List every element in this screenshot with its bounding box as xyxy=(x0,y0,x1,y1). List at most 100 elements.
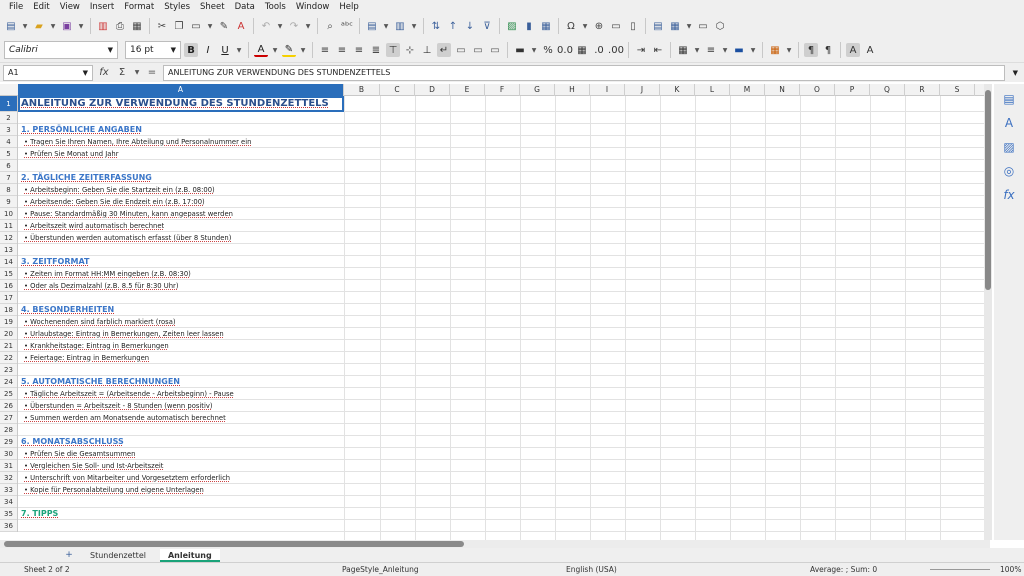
menu-sheet[interactable]: Sheet xyxy=(195,0,230,14)
expand-formula-bar-icon[interactable]: ▼ xyxy=(1013,69,1018,77)
text-left-to-right-icon[interactable]: A xyxy=(846,43,860,57)
find-replace-icon[interactable]: ⌕ xyxy=(323,19,337,33)
redo-icon[interactable]: ↷ xyxy=(287,19,301,33)
row-header-26[interactable]: 26 xyxy=(0,400,17,412)
horizontal-scroll-thumb[interactable] xyxy=(4,541,464,547)
vertical-scrollbar[interactable] xyxy=(984,84,992,540)
row-header-11[interactable]: 11 xyxy=(0,220,17,232)
merge-center-icon[interactable]: ▭ xyxy=(454,43,468,57)
column-header-g[interactable]: G xyxy=(520,84,555,96)
row-header-31[interactable]: 31 xyxy=(0,460,17,472)
tab-stundenzettel[interactable]: Stundenzettel xyxy=(82,549,154,562)
highlighting-color-icon[interactable]: ✎ xyxy=(282,43,296,57)
tab-anleitung[interactable]: Anleitung xyxy=(159,548,220,562)
row-header-33[interactable]: 33 xyxy=(0,484,17,496)
chevron-down-icon[interactable]: ▼ xyxy=(108,46,113,54)
undo-dropdown-icon[interactable]: ▼ xyxy=(276,19,284,33)
underline-icon[interactable]: U xyxy=(218,43,232,57)
cell-a1-title[interactable]: ANLEITUNG ZUR VERWENDUNG DES STUNDENZETT… xyxy=(18,96,344,112)
merge-cells-icon[interactable]: ▭ xyxy=(471,43,485,57)
open-dropdown-icon[interactable]: ▼ xyxy=(49,19,57,33)
column-header-j[interactable]: J xyxy=(625,84,660,96)
font-name-box[interactable]: Calibri ▼ xyxy=(4,41,118,59)
menu-edit[interactable]: Edit xyxy=(28,0,54,14)
column-icon[interactable]: ▥ xyxy=(393,19,407,33)
redo-dropdown-icon[interactable]: ▼ xyxy=(304,19,312,33)
styles-icon[interactable]: A xyxy=(1002,116,1016,130)
column-header-o[interactable]: O xyxy=(800,84,835,96)
column-header-n[interactable]: N xyxy=(765,84,800,96)
row-header-15[interactable]: 15 xyxy=(0,268,17,280)
save-dropdown-icon[interactable]: ▼ xyxy=(77,19,85,33)
highlight-dropdown-icon[interactable]: ▼ xyxy=(299,43,307,57)
row-header-4[interactable]: 4 xyxy=(0,136,17,148)
cell-a4[interactable]: • Tragen Sie Ihren Namen, Ihre Abteilung… xyxy=(24,136,251,148)
print-icon[interactable]: ⎙ xyxy=(113,19,127,33)
menu-view[interactable]: View xyxy=(55,0,85,14)
column-header-c[interactable]: C xyxy=(380,84,415,96)
cell-a32[interactable]: • Unterschrift von Mitarbeiter und Vorge… xyxy=(24,472,230,484)
conditional-icon[interactable]: ▦ xyxy=(768,43,782,57)
vertical-scroll-thumb[interactable] xyxy=(985,90,991,290)
cell-a33[interactable]: • Kopie für Personalabteilung und eigene… xyxy=(24,484,204,496)
cell-a9[interactable]: • Arbeitsende: Geben Sie die Endzeit ein… xyxy=(24,196,205,208)
autofilter-icon[interactable]: ⊽ xyxy=(480,19,494,33)
row-header-22[interactable]: 22 xyxy=(0,352,17,364)
menu-help[interactable]: Help xyxy=(334,0,363,14)
row-header-30[interactable]: 30 xyxy=(0,448,17,460)
cell-area[interactable]: 1. PERSÖNLICHE ANGABEN • Tragen Sie Ihren… xyxy=(18,96,990,532)
row-header-17[interactable]: 17 xyxy=(0,292,17,304)
format-as-date-icon[interactable]: ▦ xyxy=(575,43,589,57)
column-header-r[interactable]: R xyxy=(905,84,940,96)
menu-tools[interactable]: Tools xyxy=(260,0,291,14)
cell-a22[interactable]: • Feiertage: Eintrag in Bemerkungen xyxy=(24,352,149,364)
sort-icon[interactable]: ⇅ xyxy=(429,19,443,33)
row-header-5[interactable]: 5 xyxy=(0,148,17,160)
row-header-35[interactable]: 35 xyxy=(0,508,17,520)
row-header-6[interactable]: 6 xyxy=(0,160,17,172)
column-header-a[interactable]: A xyxy=(18,84,344,96)
conditional-dropdown-icon[interactable]: ▼ xyxy=(785,43,793,57)
paste-dropdown-icon[interactable]: ▼ xyxy=(206,19,214,33)
underline-dropdown-icon[interactable]: ▼ xyxy=(235,43,243,57)
row-header-10[interactable]: 10 xyxy=(0,208,17,220)
bold-icon[interactable]: B xyxy=(184,43,198,57)
row-header-7[interactable]: 7 xyxy=(0,172,17,184)
cell-a26[interactable]: • Überstunden = Arbeitszeit - 8 Stunden … xyxy=(24,400,213,412)
insert-image-icon[interactable]: ▨ xyxy=(505,19,519,33)
print-preview-icon[interactable]: ▦ xyxy=(130,19,144,33)
zoom-slider[interactable] xyxy=(930,569,990,570)
align-left-icon[interactable]: ≡ xyxy=(318,43,332,57)
row-header-27[interactable]: 27 xyxy=(0,412,17,424)
row-header-12[interactable]: 12 xyxy=(0,232,17,244)
cell-a19[interactable]: • Wochenenden sind farblich markiert (ro… xyxy=(24,316,176,328)
hyperlink-icon[interactable]: ⊕ xyxy=(592,19,606,33)
cell-a15[interactable]: • Zeiten im Format HH:MM eingeben (z.B. … xyxy=(24,268,191,280)
row-header-29[interactable]: 29 xyxy=(0,436,17,448)
headers-footers-icon[interactable]: ▯ xyxy=(626,19,640,33)
column-header-d[interactable]: D xyxy=(415,84,450,96)
borders-icon[interactable]: ▦ xyxy=(676,43,690,57)
row-header-1[interactable]: 1 xyxy=(0,96,17,112)
name-box[interactable]: A1 ▼ xyxy=(3,64,93,81)
row-header-23[interactable]: 23 xyxy=(0,364,17,376)
delete-decimal-icon[interactable]: .00 xyxy=(608,43,624,57)
cell-a11[interactable]: • Arbeitszeit wird automatisch berechnet xyxy=(24,220,164,232)
format-as-number-icon[interactable]: 0.0 xyxy=(557,43,573,57)
unmerge-cells-icon[interactable]: ▭ xyxy=(488,43,502,57)
new-dropdown-icon[interactable]: ▼ xyxy=(21,19,29,33)
decrease-indent-icon[interactable]: ⇤ xyxy=(651,43,665,57)
row-header-20[interactable]: 20 xyxy=(0,328,17,340)
chevron-down-icon[interactable]: ▼ xyxy=(171,46,176,54)
row-header-21[interactable]: 21 xyxy=(0,340,17,352)
horizontal-scrollbar[interactable] xyxy=(0,540,990,548)
row-header-25[interactable]: 25 xyxy=(0,388,17,400)
row-header-2[interactable]: 2 xyxy=(0,112,17,124)
copy-icon[interactable]: ❐ xyxy=(172,19,186,33)
freeze-dropdown-icon[interactable]: ▼ xyxy=(685,19,693,33)
text-direction-ltr-icon[interactable]: ¶ xyxy=(804,43,818,57)
menu-insert[interactable]: Insert xyxy=(85,0,119,14)
align-bottom-icon[interactable]: ⊥ xyxy=(420,43,434,57)
cell-a8[interactable]: • Arbeitsbeginn: Geben Sie die Startzeit… xyxy=(24,184,215,196)
sort-ascending-icon[interactable]: ↑ xyxy=(446,19,460,33)
